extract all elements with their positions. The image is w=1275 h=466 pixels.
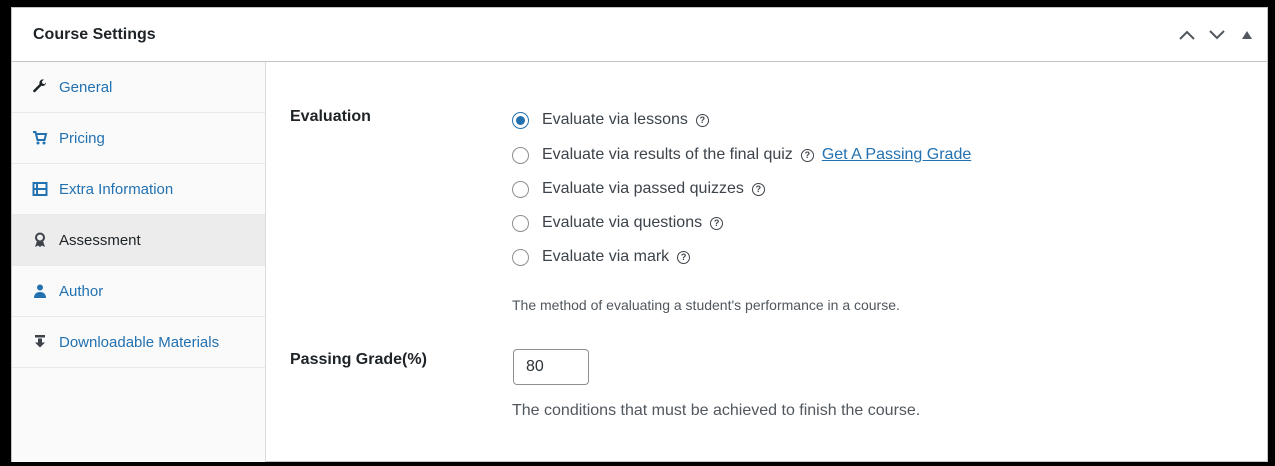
tab-extra-information[interactable]: Extra Information: [12, 164, 265, 215]
radio-evaluate-mark[interactable]: Evaluate via mark ?: [512, 246, 691, 268]
help-icon[interactable]: ?: [677, 250, 691, 264]
passing-grade-label: Passing Grade(%): [290, 351, 427, 368]
radio-button[interactable]: [512, 248, 529, 266]
tab-assessment-label: Assessment: [59, 231, 141, 249]
move-up-button[interactable]: [1177, 25, 1197, 45]
collapse-toggle-button[interactable]: [1237, 25, 1257, 45]
radio-button[interactable]: [512, 111, 529, 129]
triangle-up-icon: [1242, 30, 1252, 39]
panel-body: General Pricing Extra Information Assess…: [12, 62, 1267, 462]
move-down-button[interactable]: [1207, 25, 1227, 45]
tab-author-label: Author: [59, 282, 104, 300]
course-settings-panel: Course Settings General Pricing Extra In…: [11, 7, 1268, 462]
help-icon[interactable]: ?: [751, 182, 765, 196]
panel-header: Course Settings: [12, 8, 1267, 62]
help-icon[interactable]: ?: [800, 148, 814, 162]
radio-label: Evaluate via lessons: [542, 111, 688, 128]
help-icon[interactable]: ?: [710, 216, 724, 230]
radio-evaluate-final-quiz[interactable]: Evaluate via results of the final quiz ?…: [512, 144, 971, 166]
tab-general[interactable]: General: [12, 62, 265, 113]
evaluation-description: The method of evaluating a student's per…: [512, 297, 900, 313]
evaluation-label: Evaluation: [290, 108, 371, 125]
header-controls: [1177, 25, 1257, 45]
radio-evaluate-lessons[interactable]: Evaluate via lessons ?: [512, 109, 709, 131]
radio-label: Evaluate via passed quizzes: [542, 180, 744, 197]
get-passing-grade-link[interactable]: Get A Passing Grade: [822, 146, 971, 164]
chevron-up-icon: [1179, 30, 1195, 40]
tab-pricing[interactable]: Pricing: [12, 113, 265, 164]
radio-evaluate-questions[interactable]: Evaluate via questions ?: [512, 212, 724, 234]
radio-button[interactable]: [512, 214, 529, 232]
settings-tabs: General Pricing Extra Information Assess…: [12, 62, 266, 462]
tab-downloadable-materials-label: Downloadable Materials: [59, 333, 220, 351]
wrench-icon: [31, 79, 49, 95]
passing-grade-description: The conditions that must be achieved to …: [512, 402, 921, 419]
tab-downloadable-materials[interactable]: Downloadable Materials: [12, 317, 265, 368]
tab-author[interactable]: Author: [12, 266, 265, 317]
chevron-down-icon: [1209, 29, 1225, 39]
tab-extra-information-label: Extra Information: [59, 180, 174, 198]
award-icon: [31, 232, 49, 248]
radio-button[interactable]: [512, 180, 529, 198]
help-icon[interactable]: ?: [695, 113, 709, 127]
list-icon: [31, 181, 49, 197]
radio-label: Evaluate via mark: [542, 248, 670, 265]
radio-label: Evaluate via questions: [542, 214, 703, 231]
panel-title: Course Settings: [33, 25, 156, 43]
tab-assessment[interactable]: Assessment: [12, 215, 265, 266]
settings-content: Evaluation Evaluate via lessons ? Evalua…: [266, 62, 1267, 462]
user-icon: [31, 283, 49, 299]
tab-pricing-label: Pricing: [59, 129, 105, 147]
radio-button[interactable]: [512, 146, 529, 164]
download-icon: [31, 334, 49, 350]
radio-evaluate-passed-quizzes[interactable]: Evaluate via passed quizzes ?: [512, 178, 765, 200]
radio-label: Evaluate via results of the final quiz: [542, 146, 793, 163]
passing-grade-input[interactable]: [513, 349, 589, 385]
cart-icon: [31, 130, 49, 146]
tab-general-label: General: [59, 78, 113, 96]
